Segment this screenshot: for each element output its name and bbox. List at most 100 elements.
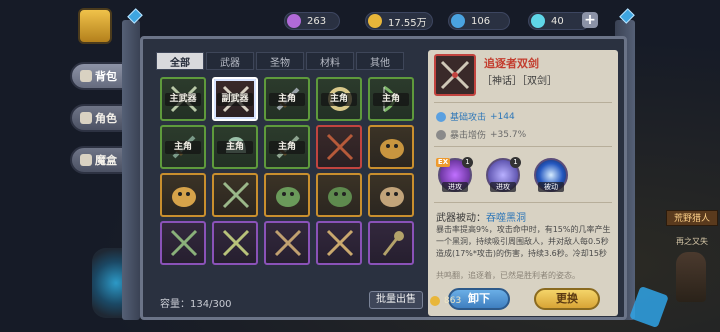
inventory-slot[interactable] — [368, 221, 414, 265]
category-tabs: 全部 武器 圣物 材料 其他 — [156, 52, 404, 70]
item-detail-icon — [434, 54, 476, 96]
passive-title: 武器被动：吞噬黑洞 — [436, 209, 526, 224]
swap-button[interactable]: 更换 — [534, 288, 600, 310]
skill-caption: 进攻 — [490, 182, 516, 192]
skill-caption: 进攻 — [442, 182, 468, 192]
slot-tag: 主角 — [269, 141, 305, 154]
coin-icon — [430, 296, 440, 306]
inventory-slot[interactable]: 主武器 — [160, 77, 206, 121]
diamond-value: 40 — [551, 15, 564, 27]
sidebar-item-label: 角色 — [95, 112, 117, 125]
skill-caption: 被动 — [538, 182, 564, 192]
beast-icon — [380, 187, 404, 207]
inventory-slot[interactable] — [316, 173, 362, 217]
inventory-slot[interactable] — [160, 221, 206, 265]
inventory-slot[interactable] — [160, 173, 206, 217]
dragon-icon — [328, 187, 352, 207]
inventory-slot[interactable] — [316, 125, 362, 169]
inventory-slot[interactable] — [264, 221, 310, 265]
inventory-grid: 主武器 副武器 主角 主角 主角 主角 主角 主角 — [160, 77, 422, 291]
inventory-slot[interactable]: 主角 — [368, 77, 414, 121]
slot-tag: 主角 — [373, 93, 409, 106]
passive-description: 暴击率提高9%，攻击命中时，有15%的几率产生一个黑洞，持续吸引周围敌人，并对敌… — [436, 225, 611, 258]
crossed-swords-icon — [326, 229, 354, 257]
divider — [434, 202, 612, 203]
gold-coin-icon — [368, 14, 382, 28]
slot-tag: 主角 — [321, 93, 357, 106]
slot-tag: 主角 — [165, 141, 201, 154]
inventory-slot[interactable]: 副武器 — [212, 77, 258, 121]
batch-sell-button[interactable]: 批量出售 — [369, 291, 423, 309]
divider — [434, 146, 612, 147]
diamond-icon — [531, 14, 545, 28]
sidebar-item-backpack[interactable]: 背包 — [70, 62, 126, 90]
scepter-icon — [382, 231, 404, 256]
ex-badge: EX — [436, 158, 450, 167]
crystal-icon — [629, 285, 669, 329]
item-name: 追逐者双剑 — [484, 57, 539, 70]
inventory-slot[interactable] — [368, 125, 414, 169]
inventory-slot[interactable] — [264, 173, 310, 217]
blue-orb-icon — [451, 14, 465, 28]
inventory-slot[interactable]: 主角 — [316, 77, 362, 121]
inventory-slot[interactable]: 主角 — [264, 77, 310, 121]
inventory-slot[interactable] — [212, 173, 258, 217]
coin-value: 863 — [444, 296, 462, 306]
tab-weapons[interactable]: 武器 — [206, 52, 254, 70]
game-screen: 263 17.55万 106 40 + 背包 角色 魔盒 全部 武器 圣物 材料… — [0, 0, 720, 332]
magic-box-icon — [80, 154, 92, 166]
beast-icon — [172, 187, 196, 207]
add-diamond-button[interactable]: + — [582, 12, 598, 28]
tab-relics[interactable]: 圣物 — [256, 52, 304, 70]
stat-row-attack: 基础攻击 +144 — [436, 110, 515, 123]
purple-gem-value: 263 — [307, 15, 327, 27]
sidebar-item-character[interactable]: 角色 — [70, 104, 126, 132]
gold-coin-value: 17.55万 — [388, 17, 427, 29]
skill-passive[interactable]: 被动 — [534, 158, 568, 192]
crossed-blades-icon — [170, 229, 198, 257]
stat-value: +144 — [490, 111, 515, 122]
skill-attack[interactable]: 1 进攻 — [486, 157, 521, 192]
divider — [434, 102, 612, 103]
slot-tag: 副武器 — [217, 93, 253, 106]
sidebar-item-label: 魔盒 — [95, 154, 117, 167]
attack-icon — [436, 111, 446, 122]
resource-bar: 263 17.55万 106 40 — [270, 8, 610, 34]
coin-balance: 863 — [430, 296, 461, 306]
inventory-slot[interactable] — [368, 173, 414, 217]
item-tags: ［神话］［双剑］ — [482, 76, 557, 87]
tab-other[interactable]: 其他 — [356, 52, 404, 70]
passive-label: 武器被动： — [436, 213, 486, 224]
tab-all[interactable]: 全部 — [156, 52, 204, 70]
crossed-swords-icon — [326, 133, 354, 161]
inventory-slot[interactable]: 主角 — [264, 125, 310, 169]
skill-level: 1 — [462, 157, 473, 168]
crossed-swords-icon — [222, 229, 250, 257]
inventory-slot[interactable]: 主角 — [160, 125, 206, 169]
inventory-slot[interactable]: 主角 — [212, 125, 258, 169]
inventory-slot[interactable] — [316, 221, 362, 265]
stat-row-crit-damage: 暴击增伤 +35.7% — [436, 128, 526, 141]
slot-tag: 主武器 — [165, 93, 201, 106]
dragon-icon — [276, 187, 300, 207]
crossed-swords-icon — [440, 60, 470, 90]
gold-coin-counter: 17.55万 — [365, 12, 433, 30]
backpack-icon — [80, 70, 92, 82]
tab-materials[interactable]: 材料 — [306, 52, 354, 70]
scene-text: 再之又失 — [676, 237, 708, 246]
inventory-slot[interactable] — [212, 221, 258, 265]
capacity-value: 134/300 — [190, 299, 232, 310]
diamond-counter: 40 — [528, 12, 590, 30]
stat-label: 基础攻击 — [450, 113, 487, 123]
inventory-panel: 全部 武器 圣物 材料 其他 主武器 副武器 主角 主角 主角 主角 主角 主角 容量：134… — [140, 36, 627, 320]
sidebar-item-label: 背包 — [95, 70, 117, 83]
skill-level: 1 — [510, 157, 521, 168]
sidebar-item-magic-box[interactable]: 魔盒 — [70, 146, 126, 174]
stat-label: 暴击增伤 — [450, 131, 487, 141]
lantern-back-icon[interactable] — [78, 8, 112, 44]
blue-orb-value: 106 — [471, 15, 491, 27]
purple-gem-counter: 263 — [284, 12, 340, 30]
panel-frame-left — [122, 20, 140, 320]
slot-tag: 主角 — [217, 141, 253, 154]
purple-gem-icon — [287, 14, 301, 28]
